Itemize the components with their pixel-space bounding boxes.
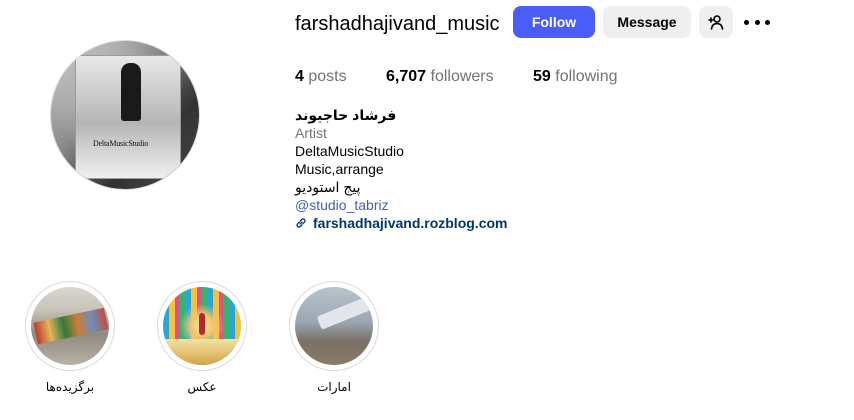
bio-line: DeltaMusicStudio [295,143,404,159]
follow-button[interactable]: Follow [513,6,595,38]
avatar-person [121,63,141,121]
more-dot [754,19,760,25]
followers-number: 6,707 [386,68,427,85]
following-label: following [555,68,618,85]
highlight-cover [295,287,373,365]
highlight-item[interactable]: امارات [289,281,379,395]
highlight-label: عکس [187,380,217,394]
highlight-cover-detail [316,294,373,330]
link-icon [296,218,306,228]
followers-link[interactable]: 6,707 followers [386,67,494,87]
more-dot [765,19,770,25]
external-link-text: farshadhajivand.rozblog.com [313,215,508,231]
avatar-caption: DeltaMusicStudio [93,139,149,148]
suggested-accounts-button[interactable] [699,6,733,38]
highlight-ring [289,281,379,371]
followers-label: followers [430,68,494,85]
posts-count: 4 posts [295,67,347,87]
highlight-label: برگزیده‌ها [45,380,95,394]
avatar-image: DeltaMusicStudio [51,41,199,189]
posts-label: posts [308,68,347,85]
highlight-ring [25,281,115,371]
highlight-cover-detail [163,339,241,365]
external-link[interactable]: farshadhajivand.rozblog.com [295,214,507,232]
person-plus-icon [708,15,724,30]
following-number: 59 [533,68,551,85]
highlight-item[interactable]: عکس [157,281,247,395]
profile-category: Artist [295,125,327,141]
highlight-cover [163,287,241,365]
more-horizontal-icon [744,19,749,25]
highlight-ring [157,281,247,371]
highlight-cover [31,287,109,365]
highlight-label: امارات [317,380,351,394]
message-button[interactable]: Message [603,6,691,38]
following-link[interactable]: 59 following [533,67,618,87]
bio-line: پیج استودیو [295,179,361,195]
profile-avatar[interactable]: DeltaMusicStudio [50,40,200,190]
highlight-cover-detail [33,307,109,345]
more-options-button[interactable] [744,10,770,34]
full-name: فرشاد حاجیوند [295,107,397,123]
bio-line: Music,arrange [295,161,384,177]
bio-mention-link[interactable]: @studio_tabriz [295,196,389,214]
highlight-item[interactable]: برگزیده‌ها [25,281,115,395]
profile-page: DeltaMusicStudio farshadhajivand_music F… [0,0,854,420]
username: farshadhajivand_music [295,13,500,35]
highlight-cover-detail [199,313,205,335]
posts-number: 4 [295,68,304,85]
